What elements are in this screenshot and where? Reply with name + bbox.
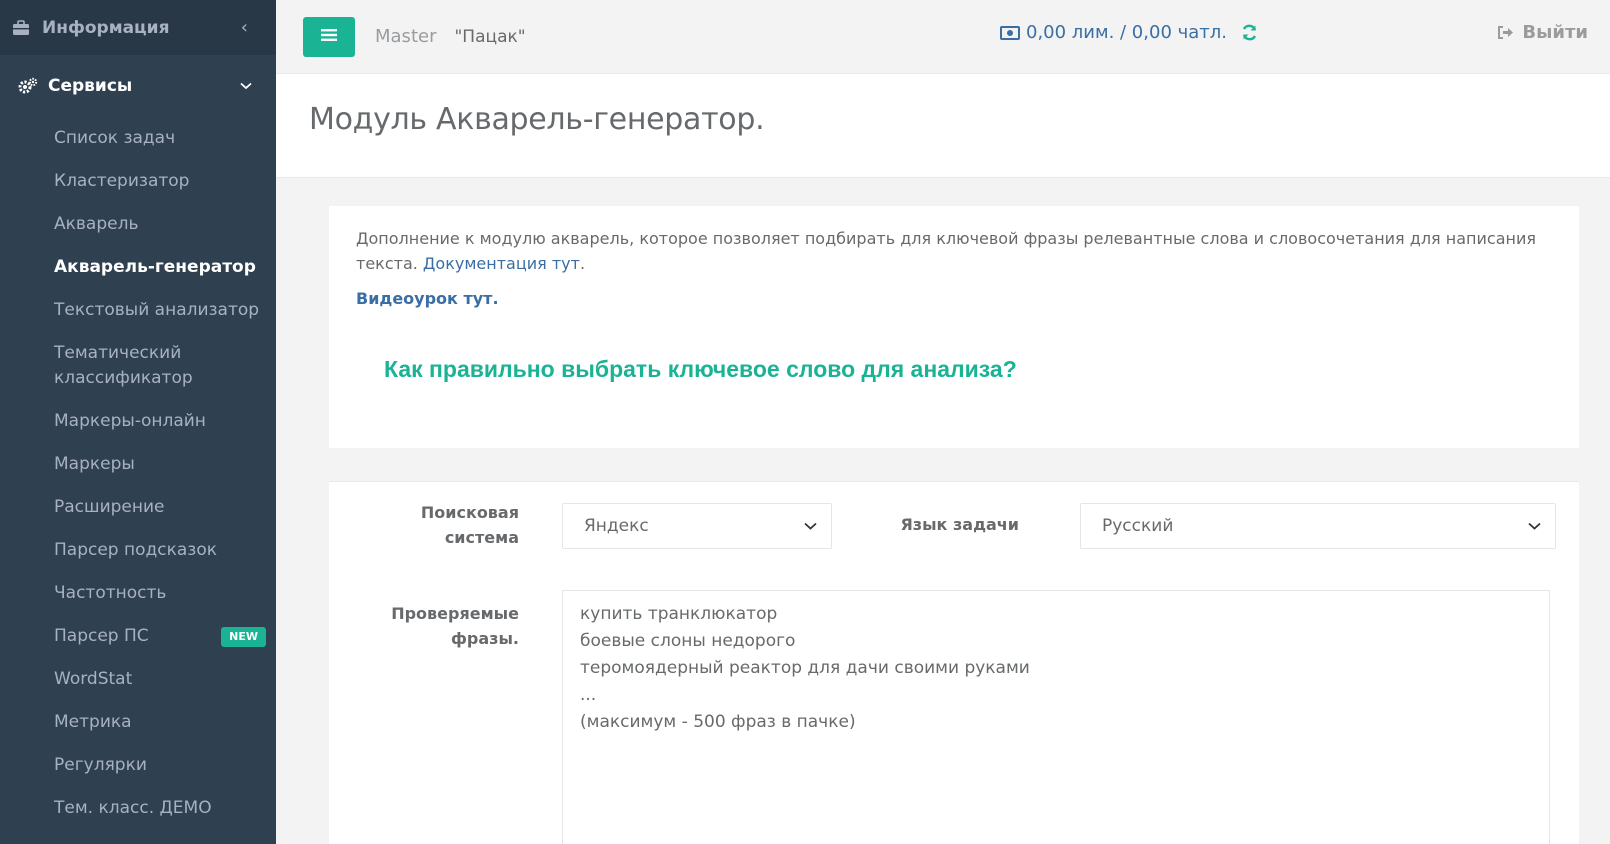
- money-icon: [1000, 25, 1020, 40]
- page-title: Модуль Акварель-генератор.: [309, 102, 765, 137]
- sidebar-item-frequency[interactable]: Частотность: [0, 572, 276, 615]
- phrases-textarea[interactable]: купить транклюкатор боевые слоны недорог…: [562, 590, 1550, 844]
- sidebar-item-label: Тематический классификатор: [54, 343, 193, 388]
- sidebar-item-text-analyzer[interactable]: Текстовый анализатор: [0, 289, 276, 332]
- sidebar-item-task-list[interactable]: Список задач: [0, 117, 276, 160]
- sidebar-item-label: Акварель-генератор: [54, 257, 256, 277]
- page-heading: Модуль Акварель-генератор.: [276, 74, 1610, 178]
- sidebar-item-label: Кластеризатор: [54, 171, 190, 191]
- sidebar-item-hints-parser[interactable]: Парсер подсказок: [0, 529, 276, 572]
- chevron-down-icon: [240, 82, 252, 90]
- sidebar-item-clusterizer[interactable]: Кластеризатор: [0, 160, 276, 203]
- balance-display: 0,00 лим. / 0,00 чатл.: [1000, 22, 1258, 43]
- sidebar-item-akvarel[interactable]: Акварель: [0, 203, 276, 246]
- sidebar-item-label: WordStat: [54, 669, 133, 689]
- logout-label: Выйти: [1522, 22, 1588, 43]
- sidebar-menu: Список задач Кластеризатор Акварель Аква…: [0, 117, 276, 830]
- sidebar-item-services[interactable]: Сервисы: [0, 55, 276, 117]
- sidebar-item-thematic-classifier[interactable]: Тематический классификатор: [0, 332, 276, 400]
- sidebar-item-wordstat[interactable]: WordStat: [0, 658, 276, 701]
- refresh-icon[interactable]: [1241, 24, 1258, 41]
- sidebar-item-ps-parser[interactable]: Парсер ПС NEW: [0, 615, 276, 658]
- search-engine-value: Яндекс: [584, 516, 649, 536]
- sidebar-services-label: Сервисы: [48, 76, 133, 96]
- search-engine-label: Поисковая система: [420, 503, 519, 547]
- task-form: Поисковая система Яндекс Язык задачи Рус…: [329, 481, 1579, 844]
- logout-link[interactable]: Выйти: [1497, 22, 1588, 43]
- hamburger-icon: [321, 27, 337, 46]
- placeholder-line: (максимум - 500 фраз в пачке): [580, 712, 856, 732]
- placeholder-line: ...: [580, 685, 597, 705]
- phrases-label: Проверяемые фразы.: [391, 604, 519, 648]
- documentation-link[interactable]: Документация тут: [423, 254, 580, 273]
- new-badge: NEW: [221, 626, 266, 647]
- sidebar-item-label: Список задач: [54, 128, 176, 148]
- search-engine-select[interactable]: Яндекс: [562, 503, 832, 549]
- keyword-howto-link[interactable]: Как правильно выбрать ключевое слово для…: [384, 356, 1017, 383]
- sidebar-item-label: Маркеры-онлайн: [54, 411, 206, 431]
- placeholder-line: теромоядерный реактор для дачи своими ру…: [580, 658, 1030, 678]
- language-label: Язык задачи: [900, 515, 1019, 534]
- user-role: Master: [375, 26, 437, 47]
- language-value: Русский: [1102, 516, 1174, 536]
- chevron-left-icon: ‹: [240, 17, 248, 38]
- sidebar-item-akvarel-generator[interactable]: Акварель-генератор: [0, 246, 276, 289]
- sidebar-item-label: Акварель: [54, 214, 139, 234]
- sidebar-item-label: Парсер подсказок: [54, 540, 218, 560]
- sidebar-item-label: Регулярки: [54, 755, 147, 775]
- module-description: Дополнение к модулю акварель, которое по…: [356, 226, 1536, 276]
- sidebar: Информация ‹ Сервисы Список задач Класте…: [0, 0, 276, 844]
- sidebar-item-label: Маркеры: [54, 454, 135, 474]
- placeholder-line: боевые слоны недорого: [580, 631, 796, 651]
- sidebar-item-label: Расширение: [54, 497, 165, 517]
- sign-out-icon: [1497, 25, 1514, 40]
- sidebar-item-label: Парсер ПС: [54, 626, 149, 646]
- chevron-down-icon: [804, 522, 817, 530]
- sidebar-item-label: Частотность: [54, 583, 167, 603]
- sidebar-item-label: Тем. класс. ДЕМО: [54, 798, 212, 818]
- video-tutorial-link[interactable]: Видеоурок тут.: [356, 289, 499, 308]
- top-navbar: Master "Пацак" 0,00 лим. / 0,00 чатл. Вы…: [276, 0, 1610, 74]
- description-period: .: [579, 254, 586, 273]
- info-panel: Дополнение к модулю акварель, которое по…: [329, 206, 1579, 448]
- gears-icon: [18, 77, 38, 95]
- language-select[interactable]: Русский: [1080, 503, 1556, 549]
- chevron-down-icon: [1528, 522, 1541, 530]
- menu-toggle-button[interactable]: [303, 16, 355, 57]
- balance-text: 0,00 лим. / 0,00 чатл.: [1026, 22, 1227, 43]
- sidebar-item-metrika[interactable]: Метрика: [0, 701, 276, 744]
- sidebar-item-label: Метрика: [54, 712, 132, 732]
- sidebar-info-label: Информация: [42, 17, 170, 38]
- briefcase-icon: [12, 19, 32, 36]
- sidebar-item-extension[interactable]: Расширение: [0, 486, 276, 529]
- sidebar-item-theme-class-demo[interactable]: Тем. класс. ДЕМО: [0, 787, 276, 830]
- sidebar-item-label: Текстовый анализатор: [54, 300, 260, 320]
- placeholder-line: купить транклюкатор: [580, 604, 778, 624]
- sidebar-item-markers[interactable]: Маркеры: [0, 443, 276, 486]
- sidebar-item-regex[interactable]: Регулярки: [0, 744, 276, 787]
- sidebar-item-markers-online[interactable]: Маркеры-онлайн: [0, 400, 276, 443]
- username: "Пацак": [454, 26, 526, 47]
- sidebar-item-info[interactable]: Информация ‹: [0, 0, 276, 55]
